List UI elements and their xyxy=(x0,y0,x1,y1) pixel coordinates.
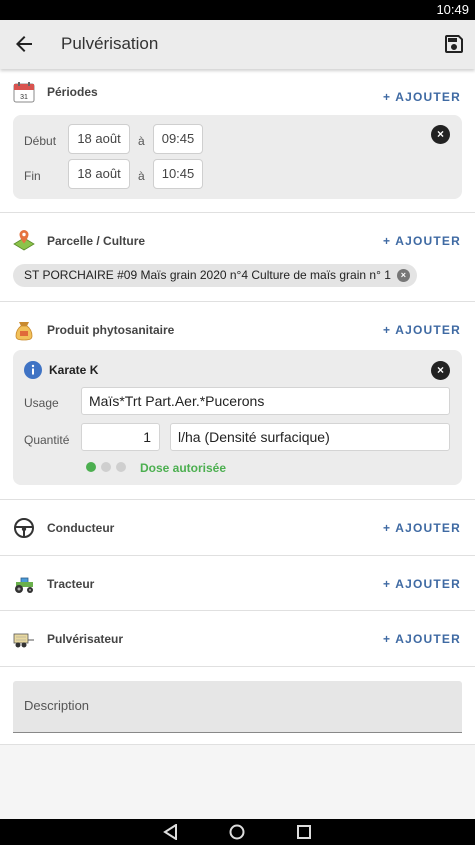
description-field[interactable]: Description xyxy=(13,681,462,733)
remove-chip-icon[interactable]: × xyxy=(396,269,410,282)
page-title: Pulvérisation xyxy=(61,34,159,53)
pulverisateur-section: Pulvérisateur + AJOUTER xyxy=(0,611,475,667)
clock: 10:49 xyxy=(436,2,469,17)
add-tracteur-button[interactable]: + AJOUTER xyxy=(383,577,461,591)
produit-card: Karate K × Usage Maïs*Trt Part.Aer.*Puce… xyxy=(13,350,462,485)
add-pulverisateur-button[interactable]: + AJOUTER xyxy=(383,632,461,646)
conducteur-title: Conducteur xyxy=(47,521,115,535)
quantite-field[interactable]: 1 xyxy=(81,423,160,451)
steering-wheel-icon xyxy=(14,518,34,538)
produit-name: Karate K xyxy=(49,363,99,377)
back-triangle-icon[interactable] xyxy=(163,824,178,840)
calendar-icon: 31 xyxy=(13,82,35,103)
home-circle-icon[interactable] xyxy=(229,824,245,840)
debut-time-field[interactable]: 09:45 xyxy=(153,124,203,154)
a-label: à xyxy=(138,169,145,183)
usage-label: Usage xyxy=(24,396,59,410)
sprayer-icon xyxy=(13,633,34,648)
remove-produit-icon[interactable]: × xyxy=(431,361,450,380)
parcelle-chip-label: ST PORCHAIRE #09 Maïs grain 2020 n°4 Cul… xyxy=(24,268,391,282)
sack-icon xyxy=(15,322,33,341)
produit-section: Produit phytosanitaire + AJOUTER Karate … xyxy=(0,302,475,500)
map-pin-icon xyxy=(13,230,35,251)
tracteur-title: Tracteur xyxy=(47,577,95,591)
debut-label: Début xyxy=(24,134,57,148)
tracteur-section: Tracteur + AJOUTER xyxy=(0,556,475,611)
recents-square-icon[interactable] xyxy=(297,825,311,839)
fin-date-field[interactable]: 18 août xyxy=(68,159,130,189)
dose-dot xyxy=(116,462,126,472)
dose-dot xyxy=(101,462,111,472)
fin-time-field[interactable]: 10:45 xyxy=(153,159,203,189)
usage-field[interactable]: Maïs*Trt Part.Aer.*Pucerons xyxy=(81,387,450,415)
add-parcelle-button[interactable]: + AJOUTER xyxy=(383,234,461,248)
periods-section: 31 Périodes + AJOUTER Début 18 août à 09… xyxy=(0,69,475,213)
conducteur-section: Conducteur + AJOUTER xyxy=(0,500,475,556)
calendar-day: 31 xyxy=(20,94,28,101)
parcelle-chip[interactable]: ST PORCHAIRE #09 Maïs grain 2020 n°4 Cul… xyxy=(13,264,417,287)
unit-select[interactable]: l/ha (Densité surfacique) xyxy=(170,423,450,451)
a-label: à xyxy=(138,134,145,148)
floppy-disk-icon[interactable] xyxy=(442,32,466,56)
dose-status: Dose autorisée xyxy=(140,461,227,475)
tractor-icon xyxy=(15,577,33,593)
arrow-left-icon[interactable] xyxy=(12,32,36,56)
app-bar: Pulvérisation xyxy=(0,20,475,69)
form-content: 31 Périodes + AJOUTER Début 18 août à 09… xyxy=(0,69,475,819)
pulverisateur-title: Pulvérisateur xyxy=(47,632,124,646)
parcelle-section: Parcelle / Culture + AJOUTER ST PORCHAIR… xyxy=(0,213,475,302)
periods-title: Périodes xyxy=(47,85,98,99)
add-produit-button[interactable]: + AJOUTER xyxy=(383,323,461,337)
parcelle-title: Parcelle / Culture xyxy=(47,234,146,248)
add-conducteur-button[interactable]: + AJOUTER xyxy=(383,521,461,535)
quantite-label: Quantité xyxy=(24,433,70,447)
dose-dot-active xyxy=(86,462,96,472)
system-nav-bar xyxy=(0,819,475,845)
produit-title: Produit phytosanitaire xyxy=(47,323,175,337)
status-bar: 10:49 xyxy=(0,0,475,20)
info-icon[interactable] xyxy=(24,361,42,379)
fin-label: Fin xyxy=(24,169,41,183)
debut-date-field[interactable]: 18 août xyxy=(68,124,130,154)
period-card: Début 18 août à 09:45 Fin 18 août à 10:4… xyxy=(13,115,462,199)
description-placeholder: Description xyxy=(24,698,90,713)
add-period-button[interactable]: + AJOUTER xyxy=(383,90,461,104)
remove-period-icon[interactable]: × xyxy=(431,125,450,144)
